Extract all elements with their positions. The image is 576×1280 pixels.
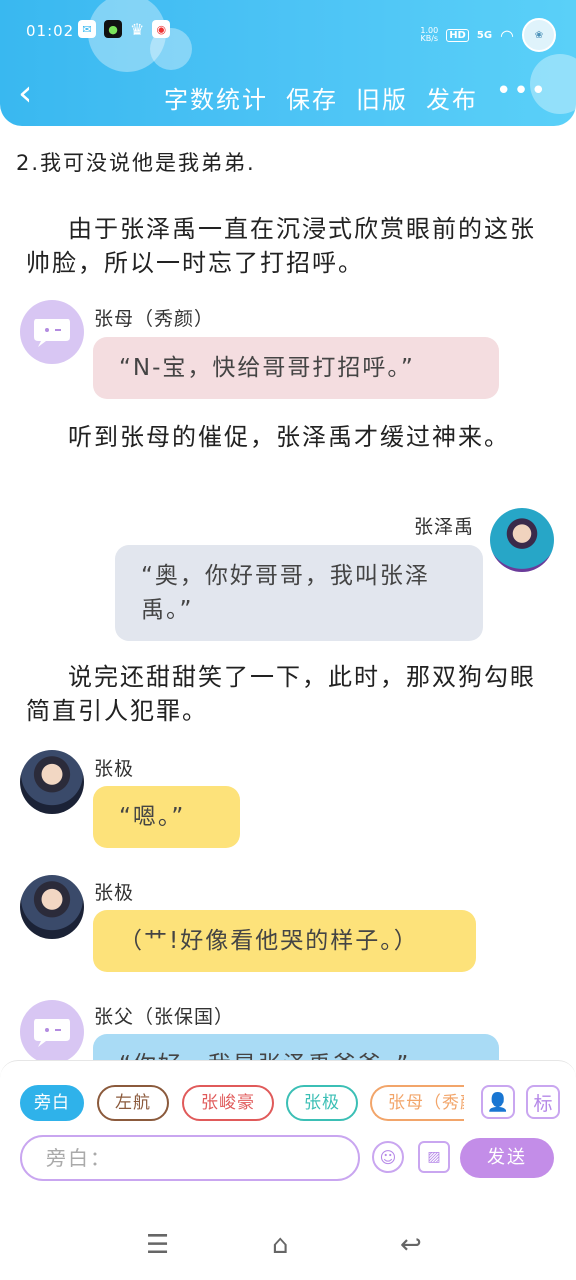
input-panel: 旁白 左航 张峻豪 张极 张母（秀颜） 👤 标 旁白： ☺ ▨ 发送 [0, 1060, 576, 1212]
speaker-name: 张母（秀颜） [94, 308, 215, 330]
status-right: 1.00 KB/s HD 5G ◠ ❀ [420, 18, 556, 52]
home-icon[interactable]: ⌂ [272, 1230, 289, 1260]
tag-button[interactable]: 标 [526, 1085, 560, 1119]
app-icon: ● [104, 20, 122, 38]
role-chip[interactable]: 张峻豪 [182, 1085, 274, 1121]
narration-paragraph: 听到张母的催促，张泽禹才缓过神来。 [68, 423, 510, 451]
narration-paragraph: 说完还甜甜笑了一下，此时，那双狗勾眼简直引人犯罪。 [26, 663, 536, 725]
save-button[interactable]: 保存 [286, 80, 338, 115]
chat-avatar-icon [20, 1000, 84, 1061]
signal-5g-icon: 5G [476, 29, 493, 41]
profile-badge[interactable]: ❀ [522, 18, 556, 52]
message-input[interactable]: 旁白： [20, 1135, 360, 1181]
speech-bubble-icon [34, 319, 70, 347]
role-chip[interactable]: 张母（秀颜） [370, 1085, 464, 1121]
speech-bubble-icon [34, 1019, 70, 1047]
user-avatar [490, 508, 554, 572]
user-avatar [20, 750, 84, 814]
nav-actions: 字数统计 保存 旧版 发布 ••• [164, 78, 548, 115]
chat-bubble[interactable]: “嗯。” [93, 786, 240, 848]
role-chip[interactable]: 左航 [97, 1085, 169, 1121]
chat-bubble[interactable]: “奥，你好哥哥，我叫张泽禹。” [115, 545, 483, 641]
net-speed: 1.00 KB/s [420, 27, 438, 43]
speaker-name: 张父（张保国） [94, 1006, 235, 1028]
chat-avatar-icon [20, 300, 84, 364]
publish-button[interactable]: 发布 [426, 80, 478, 115]
menu-icon[interactable]: ☰ [146, 1230, 169, 1260]
chat-bubble[interactable]: （艹!好像看他哭的样子。） [93, 910, 476, 972]
role-chip[interactable]: 张极 [286, 1085, 358, 1121]
notification-icons: ✉ ● ♛ ◉ [78, 20, 171, 39]
system-nav-bar: ☰ ⌂ ↩ [0, 1212, 576, 1280]
story-line: 2.我可没说他是我弟弟. [16, 151, 256, 175]
hd-badge: HD [446, 28, 469, 42]
old-version-button[interactable]: 旧版 [356, 80, 408, 115]
weibo-icon: ◉ [152, 20, 171, 38]
status-bar: 01:02 ✉ ● ♛ ◉ 1.00 KB/s HD 5G ◠ ❀ [0, 14, 576, 52]
status-time: 01:02 [26, 22, 75, 40]
app-header: 01:02 ✉ ● ♛ ◉ 1.00 KB/s HD 5G ◠ ❀ ‹ 字数统计… [0, 0, 576, 126]
narration-paragraph: 由于张泽禹一直在沉浸式欣赏眼前的这张帅脸，所以一时忘了打招呼。 [26, 215, 536, 277]
emoji-icon[interactable]: ☺ [372, 1141, 404, 1173]
speaker-name: 张极 [94, 758, 135, 780]
speaker-name: 张泽禹 [414, 516, 475, 538]
chat-bubble[interactable]: “你好，我是张泽禹爸爸。” [93, 1034, 499, 1061]
add-role-icon[interactable]: 👤 [481, 1085, 515, 1119]
word-count-button[interactable]: 字数统计 [164, 80, 268, 115]
story-content: 2.我可没说他是我弟弟. 由于张泽禹一直在沉浸式欣赏眼前的这张帅脸，所以一时忘了… [0, 126, 576, 1061]
chat-bubble[interactable]: “N-宝，快给哥哥打招呼。” [93, 337, 499, 399]
back-nav-icon[interactable]: ↩ [400, 1230, 422, 1260]
user-avatar [20, 875, 84, 939]
speaker-name: 张极 [94, 882, 135, 904]
wifi-icon: ◠ [500, 25, 514, 45]
back-button[interactable]: ‹ [18, 74, 32, 114]
net-speed-unit: KB/s [420, 34, 439, 43]
role-chip-narration[interactable]: 旁白 [20, 1085, 84, 1121]
crown-icon: ♛ [130, 20, 145, 39]
more-icon[interactable]: ••• [496, 78, 548, 115]
image-icon[interactable]: ▨ [418, 1141, 450, 1173]
send-button[interactable]: 发送 [460, 1138, 554, 1178]
mail-icon: ✉ [78, 20, 96, 38]
top-nav: ‹ 字数统计 保存 旧版 发布 ••• [0, 70, 576, 120]
